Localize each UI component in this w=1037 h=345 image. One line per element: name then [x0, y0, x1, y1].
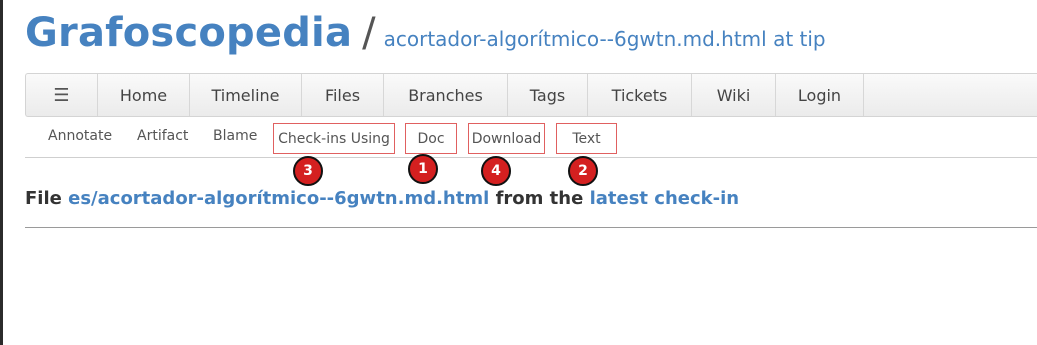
annotation-badge-1: 1 — [408, 154, 438, 184]
menu-item-timeline[interactable]: Timeline — [190, 74, 302, 116]
annotation-badge-3: 3 — [293, 156, 323, 186]
menu-item-tickets[interactable]: Tickets — [588, 74, 692, 116]
menu-item-tags[interactable]: Tags — [508, 74, 588, 116]
submenu-text[interactable]: Text — [556, 123, 617, 154]
menu-item-wiki[interactable]: Wiki — [692, 74, 776, 116]
app-title[interactable]: Grafoscopedia — [25, 10, 352, 56]
title-separator: / — [362, 10, 376, 56]
file-middle-text: from the — [495, 188, 584, 209]
page-subtitle: acortador-algorítmico--6gwtn.md.html at … — [383, 27, 826, 51]
window-left-edge — [0, 0, 3, 345]
menu-item-branches[interactable]: Branches — [384, 74, 508, 116]
submenu-blame[interactable]: Blame — [213, 128, 257, 144]
annotation-badge-4: 4 — [481, 156, 511, 186]
annotation-badge-2: 2 — [568, 156, 598, 186]
main-menu: ☰ Home Timeline Files Branches Tags Tick… — [25, 73, 1037, 117]
page-header: Grafoscopedia / acortador-algorítmico--6gw… — [25, 10, 826, 56]
submenu-doc[interactable]: Doc — [405, 123, 457, 154]
content-divider — [25, 227, 1037, 228]
hamburger-menu-icon[interactable]: ☰ — [26, 74, 98, 116]
menu-item-login[interactable]: Login — [776, 74, 864, 116]
file-path-link[interactable]: es/acortador-algorítmico--6gwtn.md.html — [68, 188, 489, 209]
submenu-download[interactable]: Download — [468, 123, 545, 154]
sub-menu: Annotate Artifact Blame Check-ins Using … — [25, 122, 1037, 158]
menu-item-home[interactable]: Home — [98, 74, 190, 116]
submenu-annotate[interactable]: Annotate — [48, 128, 112, 144]
file-info-line: File es/acortador-algorítmico--6gwtn.md.… — [25, 188, 739, 209]
submenu-artifact[interactable]: Artifact — [137, 128, 188, 144]
latest-checkin-link[interactable]: latest check-in — [590, 188, 740, 209]
menu-item-files[interactable]: Files — [302, 74, 384, 116]
file-prefix: File — [25, 188, 62, 209]
submenu-checkins-using[interactable]: Check-ins Using — [273, 123, 395, 154]
